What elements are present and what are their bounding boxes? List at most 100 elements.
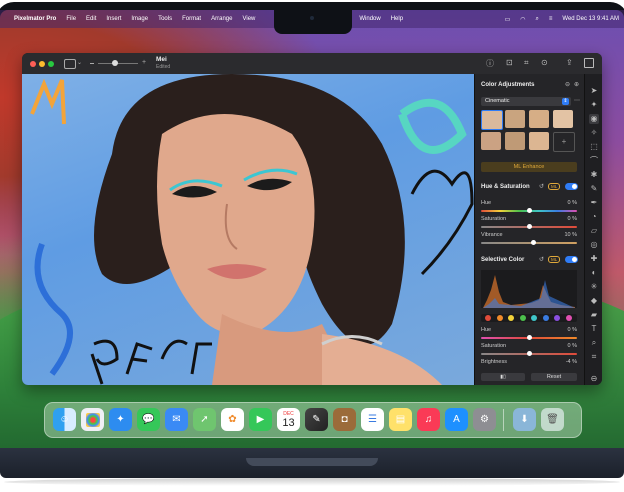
selective-color-toggle[interactable]: [565, 256, 578, 263]
arrow-tool-icon[interactable]: ➤: [589, 86, 599, 96]
chevron-down-icon[interactable]: ⌄: [77, 59, 82, 66]
minimize-button[interactable]: [39, 61, 45, 67]
reset-button[interactable]: Reset: [531, 373, 577, 381]
ml-badge[interactable]: ML: [548, 183, 561, 190]
preset-thumbnail[interactable]: [505, 110, 525, 128]
brush-tool-icon[interactable]: ✎: [589, 184, 599, 194]
sc-brightness-value[interactable]: -4 %: [566, 359, 577, 365]
menu-arrange[interactable]: Arrange: [206, 16, 237, 22]
control-center-icon[interactable]: ≡: [544, 16, 558, 22]
launchpad-icon[interactable]: [81, 408, 104, 431]
paint-bucket-icon[interactable]: ◔: [589, 212, 599, 222]
menu-help[interactable]: Help: [386, 16, 408, 22]
settings-icon[interactable]: ⚙: [473, 408, 496, 431]
image-canvas[interactable]: [22, 74, 474, 385]
preset-thumbnail[interactable]: [553, 110, 573, 128]
sharpen-tool-icon[interactable]: ✳: [589, 282, 599, 292]
menu-image[interactable]: Image: [126, 16, 153, 22]
color-swatch[interactable]: [554, 315, 560, 321]
menu-view[interactable]: View: [237, 16, 260, 22]
burn-tool-icon[interactable]: ◐: [589, 268, 599, 278]
trash-icon[interactable]: 🗑: [541, 408, 564, 431]
menu-window[interactable]: Window: [354, 16, 385, 22]
color-swatch[interactable]: [508, 315, 514, 321]
reset-section-icon[interactable]: ↺: [539, 183, 544, 190]
photos-icon[interactable]: ✿: [221, 408, 244, 431]
preset-thumbnail[interactable]: [529, 132, 549, 150]
saturation-slider[interactable]: [481, 224, 577, 229]
sc-hue-slider-knob[interactable]: [527, 335, 532, 340]
menu-insert[interactable]: Insert: [101, 16, 126, 22]
menu-edit[interactable]: Edit: [81, 16, 101, 22]
menu-tools[interactable]: Tools: [153, 16, 177, 22]
zoom-slider[interactable]: [98, 60, 138, 66]
notes-brown-icon[interactable]: ◘: [333, 408, 356, 431]
hue-value[interactable]: 0 %: [568, 200, 577, 206]
sc-saturation-value[interactable]: 0 %: [568, 343, 577, 349]
color-swatch[interactable]: [496, 315, 503, 321]
saturation-slider-knob[interactable]: [526, 224, 532, 229]
color-swatch[interactable]: [485, 315, 491, 321]
text-tool-icon[interactable]: T: [589, 324, 599, 334]
vibrance-slider[interactable]: [481, 240, 577, 245]
preset-more-icon[interactable]: ⋯: [574, 97, 580, 104]
hue-slider[interactable]: [481, 208, 577, 213]
more-options-icon[interactable]: ⊙: [541, 58, 548, 67]
style-tool-icon[interactable]: ✦: [589, 100, 599, 110]
clone-tool-icon[interactable]: ◎: [589, 240, 599, 250]
preset-thumbnail[interactable]: [505, 132, 525, 150]
info-icon[interactable]: ⓘ: [486, 58, 494, 69]
vibrance-value[interactable]: 10 %: [564, 232, 577, 238]
panel-plus-icon[interactable]: ⊕: [574, 81, 579, 88]
crop-tool-icon[interactable]: ⌗: [589, 352, 599, 362]
wifi-icon[interactable]: ◠: [515, 16, 530, 23]
menu-app-name[interactable]: Pixelmator Pro: [9, 16, 61, 22]
ml-enhance-button[interactable]: ML Enhance: [481, 162, 577, 172]
select-tool-icon[interactable]: ⬚: [589, 142, 599, 152]
zoom-slider-knob[interactable]: [112, 60, 118, 66]
smart-select-icon[interactable]: ✱: [589, 170, 599, 180]
compare-button[interactable]: ▮▯: [481, 373, 525, 381]
downloads-icon[interactable]: ⬇: [513, 408, 536, 431]
safari-icon[interactable]: ✦: [109, 408, 132, 431]
eraser-tool-icon[interactable]: ▱: [589, 226, 599, 236]
pixelmator-icon[interactable]: ✎: [305, 408, 328, 431]
shape-tool-icon[interactable]: ◆: [589, 296, 599, 306]
menu-file[interactable]: File: [61, 16, 81, 22]
ml-badge[interactable]: ML: [548, 256, 561, 263]
preset-thumbnail[interactable]: [529, 110, 549, 128]
add-preset-icon[interactable]: +: [553, 132, 575, 152]
messages-icon[interactable]: 💬: [137, 408, 160, 431]
close-button[interactable]: [30, 61, 36, 67]
search-icon[interactable]: ⌕: [531, 16, 544, 23]
mail-icon[interactable]: ✉: [165, 408, 188, 431]
repair-tool-icon[interactable]: ✚: [589, 254, 599, 264]
calendar-icon[interactable]: DEC 13: [277, 408, 300, 431]
sc-saturation-slider-knob[interactable]: [527, 351, 532, 356]
menu-datetime[interactable]: Wed Dec 13 9:41 AM: [557, 16, 624, 22]
share-icon[interactable]: ⇪: [566, 58, 573, 67]
fill-tool-icon[interactable]: ▰: [589, 310, 599, 320]
hue-saturation-toggle[interactable]: [565, 183, 578, 190]
preset-thumbnail[interactable]: [481, 110, 503, 130]
sidebar-toggle-icon[interactable]: [64, 59, 76, 69]
preset-thumbnail[interactable]: [481, 132, 501, 150]
battery-icon[interactable]: ▭: [500, 16, 516, 23]
color-swatch[interactable]: [531, 315, 537, 321]
color-adjust-tool-icon[interactable]: ◉: [589, 114, 599, 124]
sc-hue-value[interactable]: 0 %: [568, 327, 577, 333]
notes-icon[interactable]: ▤: [389, 408, 412, 431]
ml-icon[interactable]: ⊡: [506, 58, 513, 67]
color-swatch[interactable]: [542, 315, 549, 321]
pen-tool-icon[interactable]: ✒: [589, 198, 599, 208]
reminders-icon[interactable]: ☰: [361, 408, 384, 431]
menu-format[interactable]: Format: [177, 16, 206, 22]
sc-hue-slider[interactable]: [481, 335, 577, 340]
zoom-in-icon[interactable]: +: [142, 59, 146, 66]
panel-minus-icon[interactable]: ⊖: [565, 81, 570, 88]
color-swatch[interactable]: [519, 315, 526, 321]
reset-section-icon[interactable]: ↺: [539, 256, 544, 263]
panel-toggle-icon[interactable]: [584, 58, 594, 68]
sc-saturation-slider[interactable]: [481, 351, 577, 356]
effects-tool-icon[interactable]: ✧: [589, 128, 599, 138]
